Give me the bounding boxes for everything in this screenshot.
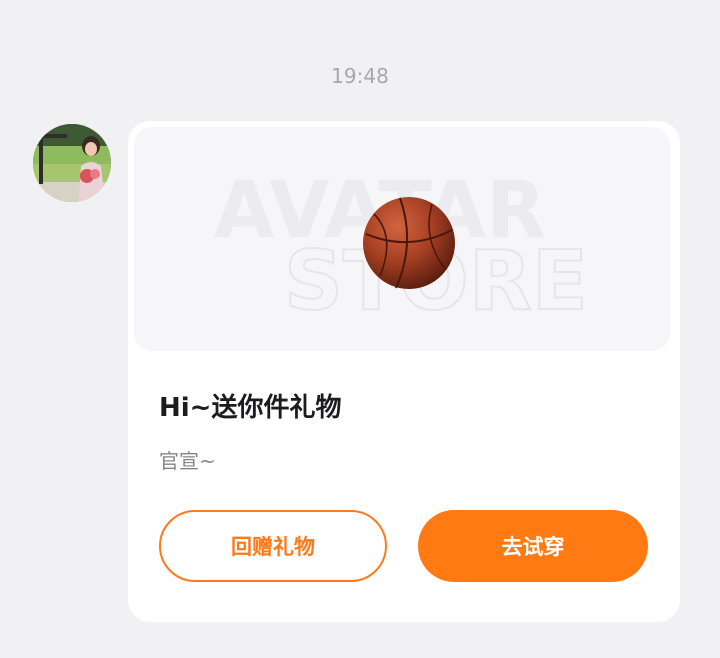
gift-subtitle: 官宣~ <box>159 449 216 473</box>
return-gift-button[interactable]: 回赠礼物 <box>159 510 387 582</box>
basketball-icon <box>363 197 455 289</box>
gift-preview-banner: AVATAR STORE <box>134 127 670 351</box>
message-timestamp: 19:48 <box>331 64 389 88</box>
gift-title: Hi~送你件礼物 <box>159 393 342 423</box>
try-on-button[interactable]: 去试穿 <box>418 510 648 582</box>
sender-avatar[interactable] <box>33 124 111 202</box>
user-photo-avatar-icon <box>33 124 111 202</box>
gift-message-card[interactable]: AVATAR STORE Hi~送你件礼物 官宣~ 回赠礼物 去试穿 <box>128 121 680 622</box>
